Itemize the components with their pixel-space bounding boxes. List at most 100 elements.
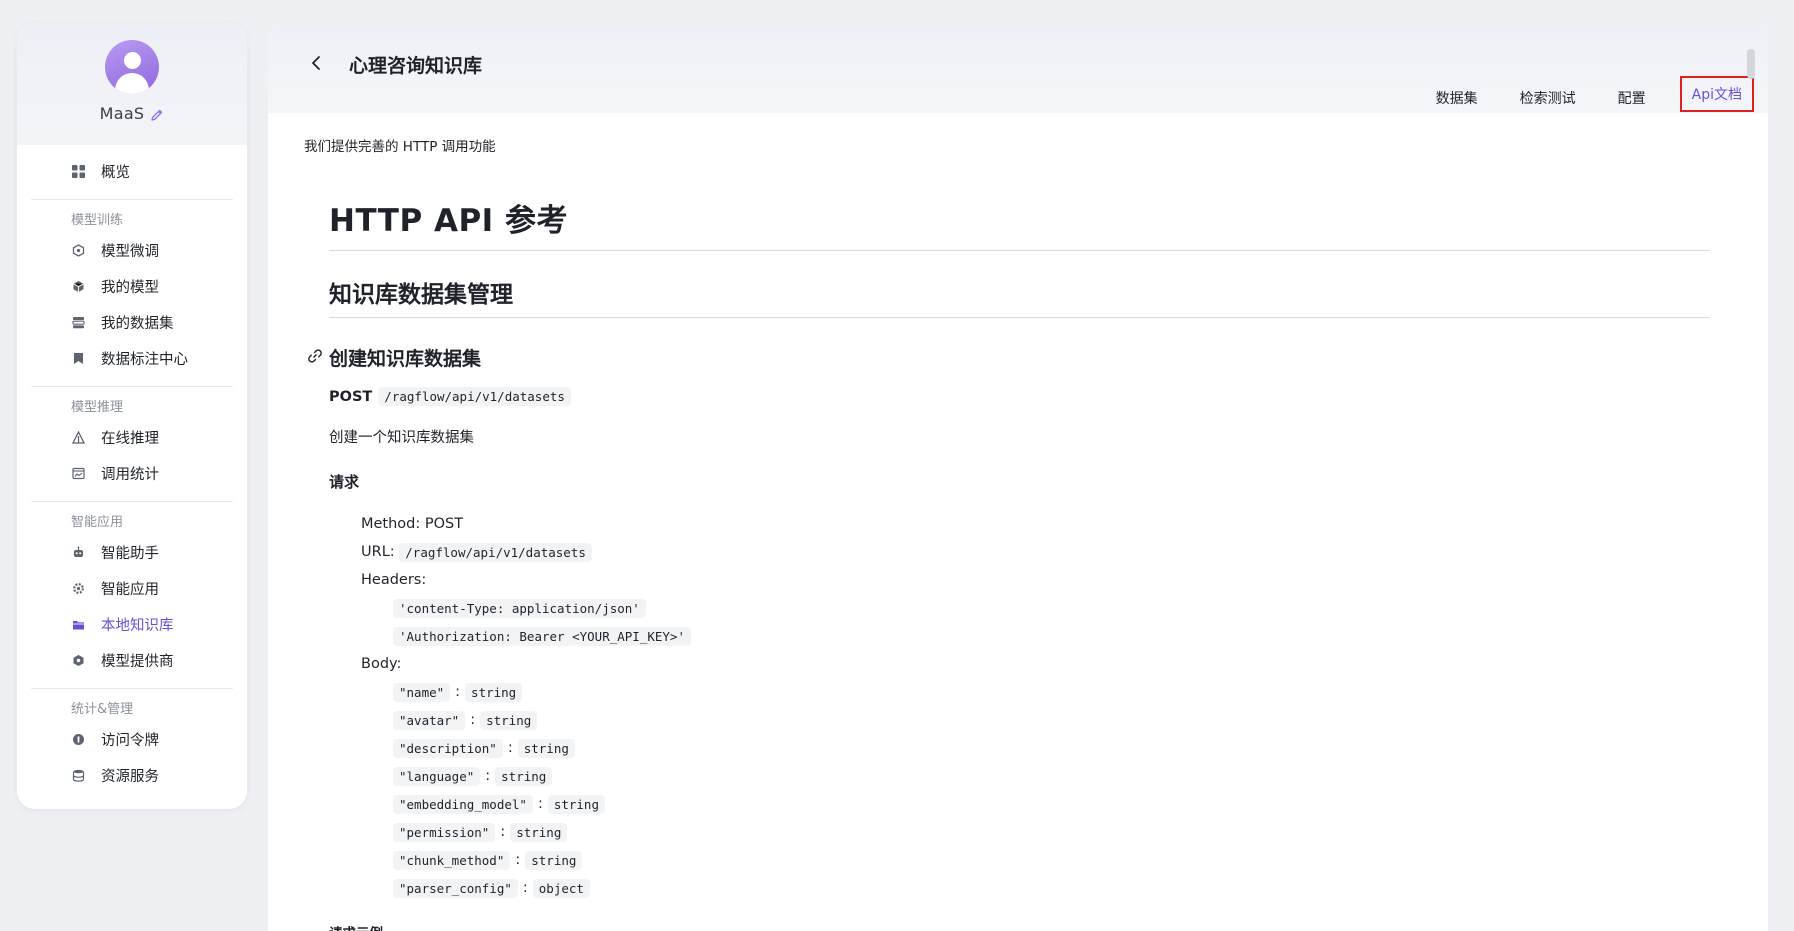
grid-icon bbox=[71, 164, 85, 178]
sidebar-item-label: 数据标注中心 bbox=[101, 351, 188, 368]
nav-group-inference: 模型推理 bbox=[71, 400, 124, 415]
sidebar-item-resources[interactable]: 资源服务 bbox=[17, 757, 247, 793]
headers-list: 'content-Type: application/json' 'Author… bbox=[361, 594, 1709, 650]
api-intro-text: 我们提供完善的 HTTP 调用功能 bbox=[304, 139, 496, 155]
field-type: string bbox=[547, 794, 605, 814]
header-value: 'Authorization: Bearer <YOUR_API_KEY>' bbox=[393, 626, 691, 646]
sidebar-item-my-models[interactable]: 我的模型 bbox=[17, 268, 247, 304]
sidebar-item-providers[interactable]: 模型提供商 bbox=[17, 642, 247, 678]
url-label: URL: bbox=[361, 544, 395, 560]
sidebar-item-label: 模型提供商 bbox=[101, 653, 174, 670]
endpoint-description: 创建一个知识库数据集 bbox=[329, 430, 474, 446]
field-key: "name" bbox=[393, 682, 451, 702]
cube-icon bbox=[71, 243, 85, 257]
body-field: "description": string bbox=[393, 734, 1709, 762]
sidebar-item-label: 资源服务 bbox=[101, 768, 159, 785]
request-heading: 请求 bbox=[329, 473, 360, 491]
doc-h2: 知识库数据集管理 bbox=[329, 275, 1709, 318]
nav-group-training: 模型训练 bbox=[71, 213, 124, 228]
sidebar: MaaS 概览 模型训练 模型微调 我的模型 我的数据集 数据标注中心 模型推理… bbox=[17, 23, 247, 809]
edit-icon[interactable] bbox=[150, 107, 164, 121]
doc-h3: 创建知识库数据集 bbox=[329, 348, 482, 370]
field-type: string bbox=[517, 738, 575, 758]
field-key: "language" bbox=[393, 766, 481, 786]
main-panel: 心理咨询知识库 数据集 检索测试 配置 Api文档 我们提供完善的 HTTP 调… bbox=[268, 23, 1768, 931]
sidebar-item-label: 我的模型 bbox=[101, 279, 159, 296]
body-label: Body: bbox=[361, 656, 402, 672]
link-icon[interactable] bbox=[307, 348, 323, 364]
body-field: "parser_config": object bbox=[393, 874, 1709, 902]
sidebar-item-local-kb[interactable]: 本地知识库 bbox=[17, 606, 247, 642]
body-field: "language": string bbox=[393, 762, 1709, 790]
sidebar-item-overview[interactable]: 概览 bbox=[17, 153, 247, 189]
sidebar-item-label: 在线推理 bbox=[101, 430, 159, 447]
sidebar-item-label: 调用统计 bbox=[101, 466, 159, 483]
example-heading: 请求示例 bbox=[329, 922, 1709, 931]
headers-label: Headers: bbox=[361, 572, 427, 588]
sidebar-item-label: 概览 bbox=[101, 164, 130, 181]
api-doc: HTTP API 参考 知识库数据集管理 创建知识库数据集 POST /ragf… bbox=[308, 195, 1709, 931]
body-field: "embedding_model": string bbox=[393, 790, 1709, 818]
body-field: "avatar": string bbox=[393, 706, 1709, 734]
sidebar-item-smart-apps[interactable]: 智能应用 bbox=[17, 570, 247, 606]
nav-group-apps: 智能应用 bbox=[71, 515, 124, 530]
bookmark-icon bbox=[71, 351, 85, 365]
sidebar-item-label: 我的数据集 bbox=[101, 315, 174, 332]
body-field: "permission": string bbox=[393, 818, 1709, 846]
tab-retrieval-test[interactable]: 检索测试 bbox=[1520, 84, 1576, 112]
sidebar-item-my-datasets[interactable]: 我的数据集 bbox=[17, 304, 247, 340]
profile-card: MaaS bbox=[17, 23, 247, 145]
tab-datasets[interactable]: 数据集 bbox=[1436, 84, 1478, 112]
field-type: string bbox=[480, 710, 538, 730]
tab-config[interactable]: 配置 bbox=[1618, 84, 1646, 112]
token-icon bbox=[71, 732, 85, 746]
field-key: "parser_config" bbox=[393, 878, 518, 898]
api-doc-content: 我们提供完善的 HTTP 调用功能 HTTP API 参考 知识库数据集管理 创… bbox=[268, 113, 1768, 931]
field-type: string bbox=[510, 822, 568, 842]
field-type: object bbox=[532, 878, 590, 898]
field-type: string bbox=[525, 850, 583, 870]
chart-window-icon bbox=[71, 466, 85, 480]
endpoint-path: /ragflow/api/v1/datasets bbox=[378, 387, 571, 406]
sidebar-item-label: 智能助手 bbox=[101, 545, 159, 562]
field-key: "avatar" bbox=[393, 710, 466, 730]
sidebar-item-label: 智能应用 bbox=[101, 581, 159, 598]
back-button[interactable] bbox=[306, 53, 326, 73]
doc-h1: HTTP API 参考 bbox=[329, 195, 1709, 251]
field-type: string bbox=[495, 766, 553, 786]
page-header: 心理咨询知识库 数据集 检索测试 配置 Api文档 bbox=[268, 23, 1768, 113]
folder-icon bbox=[71, 617, 85, 631]
field-key: "permission" bbox=[393, 822, 496, 842]
database-icon bbox=[71, 768, 85, 782]
avatar[interactable] bbox=[105, 40, 159, 94]
sidebar-item-annotation[interactable]: 数据标注中心 bbox=[17, 340, 247, 376]
triangle-icon bbox=[71, 430, 85, 444]
url-line: URL: /ragflow/api/v1/datasets bbox=[361, 538, 1709, 566]
method-line: Method: POST bbox=[361, 516, 464, 532]
robot-icon bbox=[71, 545, 85, 559]
sidebar-item-usage-stats[interactable]: 调用统计 bbox=[17, 455, 247, 491]
http-method: POST bbox=[329, 388, 373, 405]
sidebar-item-finetune[interactable]: 模型微调 bbox=[17, 232, 247, 268]
tab-bar: 数据集 检索测试 配置 Api文档 bbox=[1394, 76, 1754, 112]
tab-api-docs[interactable]: Api文档 bbox=[1679, 76, 1754, 112]
header-value: 'content-Type: application/json' bbox=[393, 598, 646, 618]
sidebar-nav: 概览 模型训练 模型微调 我的模型 我的数据集 数据标注中心 模型推理 在线推理… bbox=[17, 145, 247, 793]
sidebar-item-assistant[interactable]: 智能助手 bbox=[17, 534, 247, 570]
endpoint-line: POST /ragflow/api/v1/datasets bbox=[329, 387, 1709, 406]
field-type: string bbox=[465, 682, 523, 702]
profile-name: MaaS bbox=[99, 104, 145, 123]
field-key: "chunk_method" bbox=[393, 850, 511, 870]
sidebar-item-label: 访问令牌 bbox=[101, 732, 159, 749]
body-fields: "name": string "avatar": string "descripti… bbox=[361, 678, 1709, 902]
url-value: /ragflow/api/v1/datasets bbox=[399, 542, 592, 562]
page-title: 心理咨询知识库 bbox=[349, 55, 483, 77]
field-key: "description" bbox=[393, 738, 503, 758]
sidebar-item-access-token[interactable]: 访问令牌 bbox=[17, 721, 247, 757]
sidebar-item-label: 模型微调 bbox=[101, 243, 159, 260]
request-details: Method: POST URL: /ragflow/api/v1/datase… bbox=[329, 510, 1709, 902]
header-item: 'content-Type: application/json' bbox=[393, 594, 1709, 622]
body-field: "name": string bbox=[393, 678, 1709, 706]
scrollbar[interactable] bbox=[1747, 49, 1755, 79]
sidebar-item-online-inference[interactable]: 在线推理 bbox=[17, 419, 247, 455]
